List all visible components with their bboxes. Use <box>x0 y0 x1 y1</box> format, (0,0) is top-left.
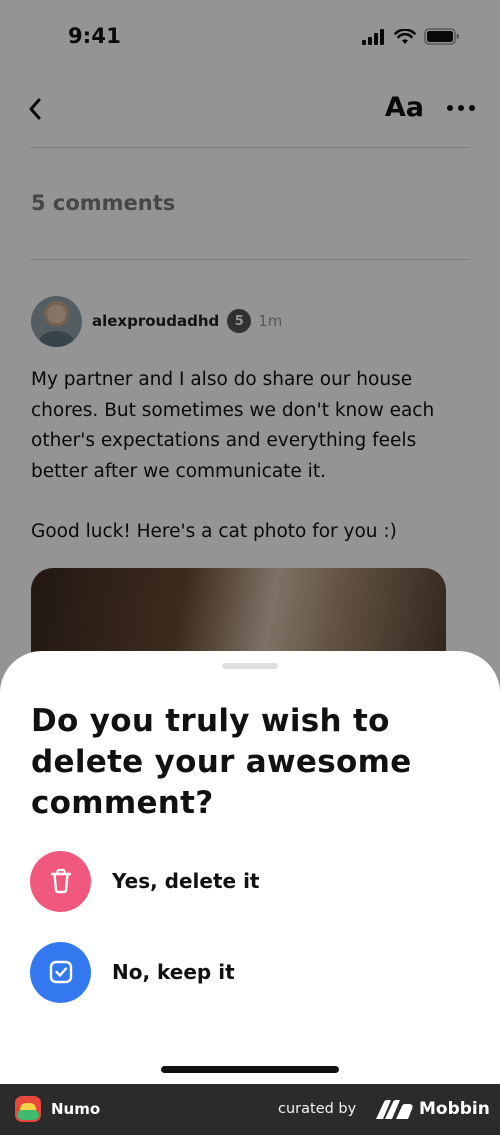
delete-comment-button[interactable]: Yes, delete it <box>30 850 470 912</box>
keep-comment-button[interactable]: No, keep it <box>30 941 470 1003</box>
sheet-title: Do you truly wish to delete your awesome… <box>31 703 412 821</box>
mobbin-brand: Mobbin <box>419 1099 490 1119</box>
curated-by-label: curated by <box>278 1101 357 1117</box>
trash-icon <box>30 850 91 912</box>
comment-screen: 9:41 Aa 5 comments alexproudadhd 5 1m My… <box>0 0 500 1084</box>
app-logo-icon <box>15 1096 41 1122</box>
sheet-handle[interactable] <box>222 663 278 669</box>
checkbox-icon <box>30 941 91 1003</box>
delete-confirmation-sheet: Do you truly wish to delete your awesome… <box>0 651 500 1084</box>
footer-bar: Numo curated by Mobbin <box>0 1084 500 1135</box>
delete-option-label: Yes, delete it <box>112 869 260 893</box>
keep-option-label: No, keep it <box>112 960 235 984</box>
home-indicator[interactable] <box>161 1066 339 1073</box>
app-name: Numo <box>51 1100 101 1118</box>
mobbin-logo-icon <box>376 1100 413 1119</box>
